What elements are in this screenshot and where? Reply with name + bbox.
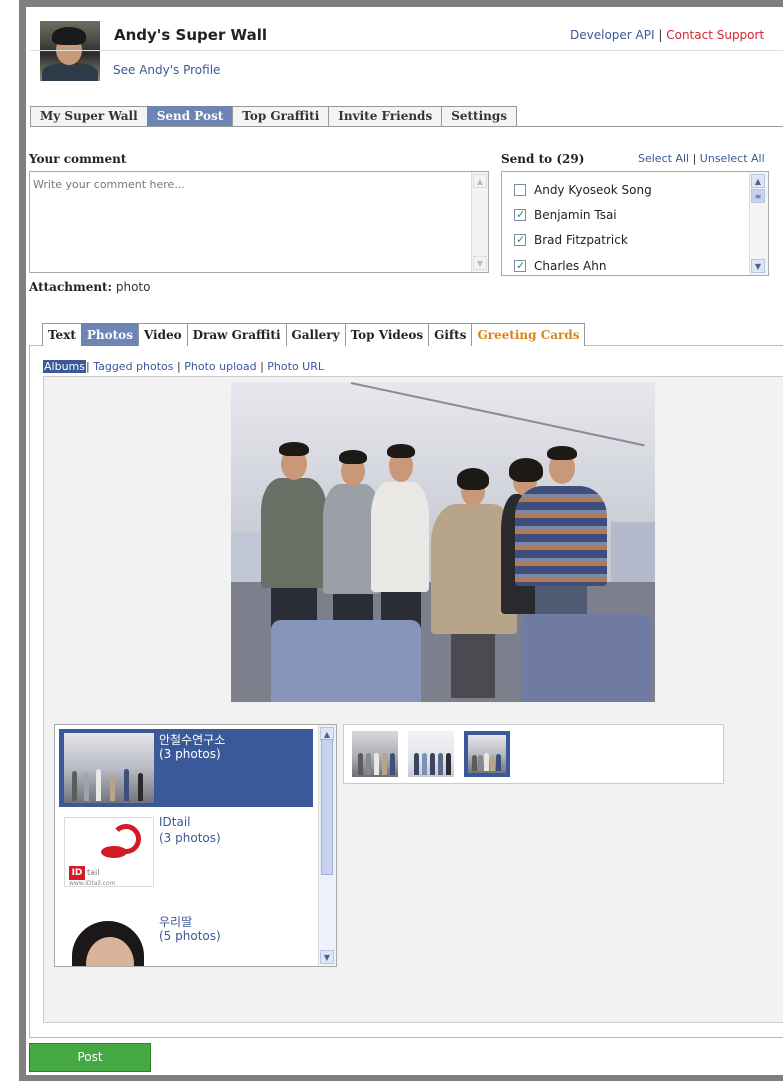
- see-profile-link[interactable]: See Andy's Profile: [113, 63, 220, 77]
- unselect-all-link[interactable]: Unselect All: [700, 152, 765, 165]
- scroll-down-icon[interactable]: ▼: [751, 259, 765, 273]
- friend-checkbox[interactable]: [514, 207, 526, 223]
- attachment-row: Attachment: photo: [29, 280, 150, 294]
- album-count: (3 photos): [159, 747, 221, 761]
- album-count: (5 photos): [159, 929, 221, 943]
- link-separator: |: [260, 360, 264, 373]
- album-photos: [343, 724, 724, 784]
- photo-url-link[interactable]: Photo URL: [267, 360, 324, 373]
- idtail-logo-icon: ID tail www.IDtail.com: [64, 817, 154, 887]
- window-frame-bottom: [19, 1075, 783, 1081]
- header-divider: [30, 50, 783, 51]
- tab-invite-friends[interactable]: Invite Friends: [328, 106, 443, 126]
- page-title: Andy's Super Wall: [114, 26, 267, 44]
- scroll-thumb[interactable]: ≡: [751, 189, 765, 203]
- tab-photos[interactable]: Photos: [80, 323, 139, 346]
- friend-checkbox[interactable]: [514, 184, 526, 196]
- scroll-up-icon[interactable]: ▲: [751, 174, 765, 188]
- friend-name: Charles Ahn: [534, 259, 607, 273]
- tab-video[interactable]: Video: [137, 323, 188, 346]
- link-separator: |: [177, 360, 181, 373]
- albums-scrollbar[interactable]: ▲ ▼: [318, 725, 336, 966]
- friends-scrollbar[interactable]: ▲ ≡ ▼: [749, 172, 768, 275]
- album-item[interactable]: 안철수연구소 (3 photos): [59, 729, 313, 807]
- photo-source-links: Albums| Tagged photos | Photo upload | P…: [43, 360, 324, 373]
- album-name: IDtail: [159, 815, 191, 829]
- friend-checkbox[interactable]: [514, 232, 526, 248]
- window-frame-left: [19, 0, 26, 1081]
- tab-gifts[interactable]: Gifts: [428, 323, 473, 346]
- friend-item[interactable]: Andy Kyoseok Song: [514, 182, 652, 198]
- friend-name: Andy Kyoseok Song: [534, 183, 652, 197]
- photo-thumbnail[interactable]: [408, 731, 454, 777]
- tab-top-videos[interactable]: Top Videos: [344, 323, 430, 346]
- send-to-count: (29): [556, 152, 585, 166]
- friend-checkbox[interactable]: [514, 258, 526, 274]
- developer-api-link[interactable]: Developer API: [570, 28, 655, 42]
- friend-item[interactable]: Benjamin Tsai: [514, 207, 617, 223]
- window-frame-top: [19, 0, 783, 7]
- albums-list: 안철수연구소 (3 photos) ID tail www.IDtail.com…: [54, 724, 337, 967]
- comment-textarea[interactable]: Write your comment here... ▲ ▼: [29, 171, 489, 273]
- select-links: Select All | Unselect All: [638, 152, 765, 165]
- scroll-down-icon[interactable]: ▼: [473, 256, 487, 270]
- send-to-label: Send to (29): [501, 152, 584, 166]
- album-thumbnail: [64, 915, 154, 966]
- comment-placeholder: Write your comment here...: [33, 178, 185, 191]
- tagged-photos-link[interactable]: Tagged photos: [93, 360, 173, 373]
- link-separator: |: [85, 360, 90, 373]
- album-item[interactable]: ID tail www.IDtail.com IDtail (3 photos): [59, 813, 313, 891]
- tab-settings[interactable]: Settings: [441, 106, 518, 126]
- scroll-thumb[interactable]: [321, 739, 333, 875]
- attachment-label: Attachment:: [29, 280, 113, 294]
- scroll-down-icon[interactable]: ▼: [320, 950, 334, 964]
- tab-gallery[interactable]: Gallery: [285, 323, 346, 346]
- friend-name: Benjamin Tsai: [534, 208, 617, 222]
- friend-item[interactable]: Charles Ahn: [514, 258, 606, 274]
- album-name: 우리딸: [159, 915, 193, 929]
- photo-upload-link[interactable]: Photo upload: [184, 360, 256, 373]
- tabs-underline: [30, 126, 783, 127]
- post-button[interactable]: Post: [29, 1043, 151, 1072]
- send-to-text: Send to: [501, 152, 553, 166]
- tab-text[interactable]: Text: [42, 323, 82, 346]
- select-separator: |: [692, 152, 697, 165]
- album-thumbnail: [64, 733, 154, 803]
- friend-item[interactable]: Brad Fitzpatrick: [514, 232, 628, 248]
- attachment-value: photo: [115, 280, 151, 294]
- header-separator: |: [658, 28, 663, 42]
- album-name: 안철수연구소: [159, 733, 226, 747]
- idtail-logo-word: tail: [87, 868, 100, 877]
- select-all-link[interactable]: Select All: [638, 152, 689, 165]
- album-item[interactable]: 우리딸 (5 photos): [59, 911, 313, 966]
- comment-label: Your comment: [29, 152, 127, 166]
- attachment-tabs: Text Photos Video Draw Graffiti Gallery …: [42, 323, 586, 346]
- idtail-url: www.IDtail.com: [69, 880, 116, 887]
- friends-list: Andy Kyoseok Song Benjamin Tsai Brad Fit…: [501, 171, 769, 276]
- scroll-up-icon[interactable]: ▲: [473, 174, 487, 188]
- tab-send-post[interactable]: Send Post: [146, 106, 234, 126]
- tab-greeting-cards[interactable]: Greeting Cards: [471, 323, 586, 346]
- tab-draw-graffiti[interactable]: Draw Graffiti: [186, 323, 287, 346]
- photo-thumbnail-selected[interactable]: [464, 731, 510, 777]
- avatar[interactable]: [40, 21, 100, 81]
- tab-my-super-wall[interactable]: My Super Wall: [30, 106, 148, 126]
- contact-support-link[interactable]: Contact Support: [666, 28, 764, 42]
- friend-name: Brad Fitzpatrick: [534, 233, 628, 247]
- main-tabs: My Super Wall Send Post Top Graffiti Inv…: [30, 106, 518, 126]
- tab-top-graffiti[interactable]: Top Graffiti: [232, 106, 330, 126]
- photo-thumbnail[interactable]: [352, 731, 398, 777]
- idtail-logo-mark: ID: [69, 866, 85, 880]
- album-count: (3 photos): [159, 831, 221, 845]
- comment-scrollbar[interactable]: ▲ ▼: [471, 172, 488, 272]
- selected-photo: [231, 382, 655, 702]
- header-links: Developer API | Contact Support: [570, 28, 764, 42]
- albums-link[interactable]: Albums: [43, 360, 86, 373]
